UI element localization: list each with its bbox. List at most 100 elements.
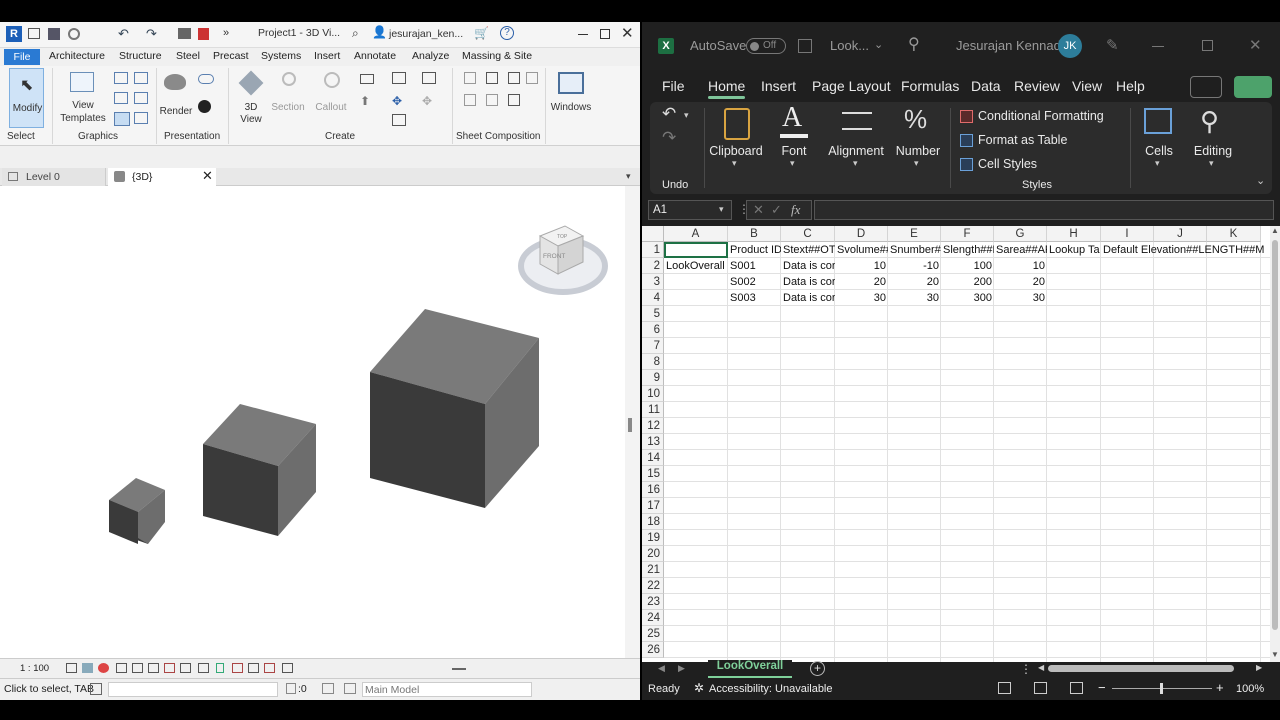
vertical-scrollbar[interactable]: ▲ ▼ [1270, 226, 1280, 662]
more-options-icon[interactable]: ⋮ [1020, 662, 1032, 676]
pen-icon[interactable]: ✎ [1106, 36, 1119, 54]
undo-icon[interactable]: ↶ [118, 26, 129, 42]
lock-view-icon[interactable] [180, 663, 191, 673]
formula-input[interactable] [814, 200, 1274, 220]
sun-path-icon[interactable] [98, 663, 109, 673]
menu-formulas[interactable]: Formulas [901, 78, 959, 94]
tab-annotate[interactable]: Annotate [354, 50, 396, 62]
menu-home[interactable]: Home [708, 78, 745, 94]
close-icon[interactable]: ✕ [1249, 36, 1262, 54]
spreadsheet-grid[interactable]: ABCDEFGHIJK 1 2 3 4 5 6 7 8 9 10 11 12 13 14 15 16 17 18 1… [642, 226, 1270, 662]
tab-massing-site[interactable]: Massing & Site [462, 50, 532, 62]
table-cell[interactable]: Sarea##AF [994, 242, 1047, 258]
table-cell[interactable]: 300 [941, 290, 994, 306]
table-cell[interactable]: 20 [835, 274, 888, 290]
number-button[interactable]: % Number ▾ [892, 104, 944, 172]
show-crop-icon[interactable] [164, 663, 175, 673]
column-header[interactable]: E [888, 226, 941, 242]
table-cell[interactable]: 10 [835, 258, 888, 274]
cancel-icon[interactable]: ✕ [753, 202, 764, 218]
filter-icon[interactable] [322, 683, 334, 694]
tab-menu-icon[interactable]: ▾ [626, 171, 631, 182]
scroll-thumb[interactable] [628, 418, 632, 432]
row-header[interactable]: 12 [642, 418, 664, 434]
scroll-thumb[interactable] [1272, 240, 1278, 630]
constraints-icon[interactable] [282, 663, 293, 673]
minimize-icon[interactable] [1152, 46, 1164, 47]
viewcube[interactable]: TOP FRONT [518, 225, 608, 295]
help-icon[interactable]: ? [500, 26, 514, 40]
schedules-icon[interactable] [422, 72, 436, 84]
alignment-button[interactable]: Alignment ▾ [826, 106, 886, 172]
page-layout-icon[interactable] [1034, 682, 1047, 694]
hscroll-left-icon[interactable]: ◀ [1038, 663, 1044, 672]
menu-help[interactable]: Help [1116, 78, 1145, 94]
zoom-level[interactable]: 100% [1236, 683, 1264, 695]
tab-steel[interactable]: Steel [176, 50, 200, 62]
table-cell[interactable]: Lookup Ta [1047, 242, 1101, 258]
viewport-icon[interactable] [526, 72, 538, 84]
row-header[interactable]: 20 [642, 546, 664, 562]
enter-icon[interactable]: ✓ [771, 202, 782, 218]
graphics-icon[interactable] [134, 92, 148, 104]
row-header[interactable]: 13 [642, 434, 664, 450]
menu-view[interactable]: View [1072, 78, 1102, 94]
table-cell[interactable]: 30 [888, 290, 941, 306]
menu-file[interactable]: File [662, 78, 685, 94]
row-header[interactable]: 15 [642, 466, 664, 482]
visual-style-icon[interactable] [82, 663, 93, 673]
render-icon[interactable] [132, 663, 143, 673]
save-icon[interactable] [798, 39, 812, 53]
zoom-slider-thumb[interactable] [1160, 683, 1163, 694]
table-cell[interactable]: Product ID [728, 242, 781, 258]
row-header[interactable]: 5 [642, 306, 664, 322]
design-options-icon[interactable] [344, 683, 356, 694]
row-header[interactable]: 4 [642, 290, 664, 306]
tab-precast[interactable]: Precast [213, 50, 249, 62]
row-header[interactable]: 7 [642, 338, 664, 354]
clipboard-button[interactable]: Clipboard ▾ [708, 106, 764, 172]
select-all-corner[interactable] [642, 226, 664, 242]
next-sheet-icon[interactable]: ▶ [678, 663, 685, 674]
view-tab-3d[interactable]: {3D} ✕ [108, 168, 216, 186]
menu-page-layout[interactable]: Page Layout [812, 78, 891, 94]
cube-large[interactable] [370, 309, 539, 508]
cells-button[interactable]: Cells ▾ [1134, 106, 1184, 172]
table-cell[interactable]: LookOverall [664, 258, 728, 274]
prev-sheet-icon[interactable]: ◀ [658, 663, 665, 674]
column-header[interactable]: C [781, 226, 835, 242]
conditional-formatting-button[interactable]: Conditional Formatting [958, 108, 1128, 126]
font-button[interactable]: A Font ▾ [770, 102, 818, 172]
column-header[interactable]: G [994, 226, 1047, 242]
temp-hide-icon[interactable] [198, 663, 209, 673]
table-cell[interactable]: S001 [728, 258, 781, 274]
redo-icon[interactable]: ↷ [662, 128, 676, 148]
graphics-icon[interactable] [134, 112, 148, 124]
cube-medium[interactable] [203, 404, 316, 536]
duplicate-view-icon[interactable] [392, 114, 406, 126]
titleblock-icon[interactable] [486, 72, 498, 84]
render-cloud-icon[interactable] [198, 74, 214, 84]
table-cell[interactable]: Data is cor [781, 274, 835, 290]
tab-architecture[interactable]: Architecture [49, 50, 105, 62]
table-cell[interactable]: S003 [728, 290, 781, 306]
row-header[interactable]: 18 [642, 514, 664, 530]
save-icon[interactable] [48, 28, 60, 40]
row-header[interactable]: 17 [642, 498, 664, 514]
column-header[interactable]: A [664, 226, 728, 242]
row-header[interactable]: 10 [642, 386, 664, 402]
row-header[interactable]: 19 [642, 530, 664, 546]
table-cell[interactable]: 30 [835, 290, 888, 306]
comments-icon[interactable] [1190, 76, 1222, 98]
revisions-icon[interactable] [464, 94, 476, 106]
cube-small[interactable] [109, 478, 165, 544]
row-header[interactable]: 1 [642, 242, 664, 258]
windows-button[interactable]: Windows [548, 68, 594, 128]
row-header[interactable]: 8 [642, 354, 664, 370]
guide-grid-icon[interactable] [508, 72, 520, 84]
open-icon[interactable] [28, 28, 40, 39]
highlight-icon[interactable] [264, 663, 275, 673]
graphics-icon[interactable] [114, 92, 128, 104]
close-tab-icon[interactable]: ✕ [202, 168, 213, 184]
elevation-icon[interactable] [360, 74, 374, 84]
